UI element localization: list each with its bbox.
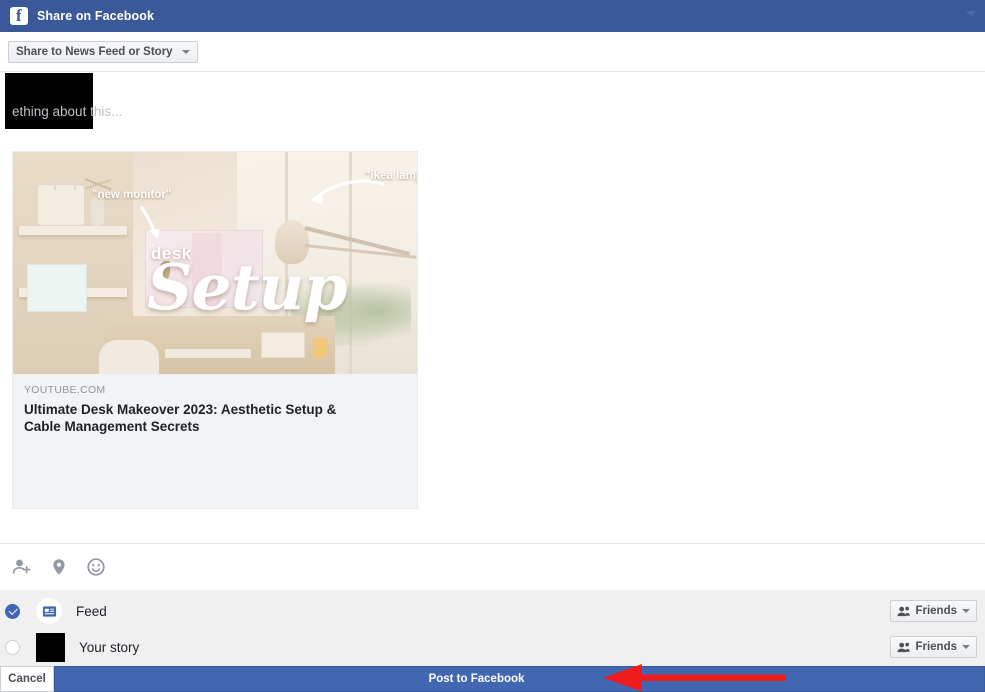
link-preview-meta: YOUTUBE.COM Ultimate Desk Makeover 2023:… xyxy=(13,374,417,435)
composer-placeholder-text[interactable]: ething about this... xyxy=(12,104,122,119)
friends-icon xyxy=(897,642,911,652)
destination-label-feed: Feed xyxy=(76,603,107,619)
audience-selector-feed[interactable]: Friends xyxy=(890,600,977,622)
audience-label-feed: Friends xyxy=(915,605,957,617)
destination-row-your-story[interactable]: Your story Friends xyxy=(0,629,985,665)
destination-row-feed[interactable]: Feed Friends xyxy=(0,593,985,629)
your-story-checkbox-unchecked[interactable] xyxy=(5,639,20,655)
post-button-label: Post to Facebook xyxy=(428,673,525,685)
link-preview-card[interactable]: "new monitor" "ikea lamp" desk Setup YOU… xyxy=(12,151,418,509)
story-thumbnail xyxy=(36,632,65,662)
thumb-label-new-monitor: "new monitor" xyxy=(92,189,172,201)
share-to-news-feed-or-story-button[interactable]: Share to News Feed or Story xyxy=(8,40,198,63)
thumb-word-setup: Setup xyxy=(147,250,348,324)
feeling-emoji-icon[interactable] xyxy=(86,557,106,577)
thumb-second-screen xyxy=(27,264,87,312)
caret-down-icon xyxy=(181,49,190,54)
dialog-title: Share on Facebook xyxy=(37,9,155,23)
facebook-f-logo-icon xyxy=(10,6,28,26)
thumb-vase xyxy=(91,198,104,226)
post-to-facebook-button[interactable]: Post to Facebook xyxy=(54,666,985,692)
share-on-facebook-dialog: Share on Facebook Share to News Feed or … xyxy=(0,0,985,692)
link-preview-thumbnail: "new monitor" "ikea lamp" desk Setup xyxy=(13,152,417,374)
news-feed-icon xyxy=(36,598,62,624)
caret-down-icon xyxy=(962,609,970,613)
thumb-shelf-upper xyxy=(19,226,127,235)
thumb-desk-box xyxy=(261,332,305,358)
share-target-label: Share to News Feed or Story xyxy=(16,45,173,58)
feed-checkbox-checked[interactable] xyxy=(5,603,20,619)
thumb-cup xyxy=(313,338,327,358)
thumb-keyboard xyxy=(165,349,251,358)
link-domain: YOUTUBE.COM xyxy=(24,384,106,396)
share-target-row: Share to News Feed or Story xyxy=(0,32,985,71)
friends-icon xyxy=(897,606,911,616)
audience-selector-your-story[interactable]: Friends xyxy=(890,636,977,658)
caret-down-icon xyxy=(962,645,970,649)
cancel-button[interactable]: Cancel xyxy=(0,666,54,692)
dialog-footer: Cancel Post to Facebook xyxy=(0,666,985,692)
attachment-toolbar xyxy=(0,543,985,590)
dialog-titlebar: Share on Facebook xyxy=(0,0,985,32)
thumb-chair xyxy=(99,340,159,374)
audience-label-your-story: Friends xyxy=(915,641,957,653)
post-composer: ething about this... "new monitor" "ikea… xyxy=(0,71,985,543)
link-title: Ultimate Desk Makeover 2023: Aesthetic S… xyxy=(24,402,337,434)
avatar xyxy=(5,73,93,129)
destination-label-your-story: Your story xyxy=(79,639,140,655)
thumb-bag xyxy=(37,176,85,226)
location-pin-icon[interactable] xyxy=(49,557,69,577)
chevron-down-icon[interactable] xyxy=(966,11,976,16)
destination-list: Feed Friends Your story Friends xyxy=(0,590,985,666)
thumb-label-ikea-lamp: "ikea lamp" xyxy=(365,170,417,182)
tag-people-icon[interactable] xyxy=(12,557,32,577)
